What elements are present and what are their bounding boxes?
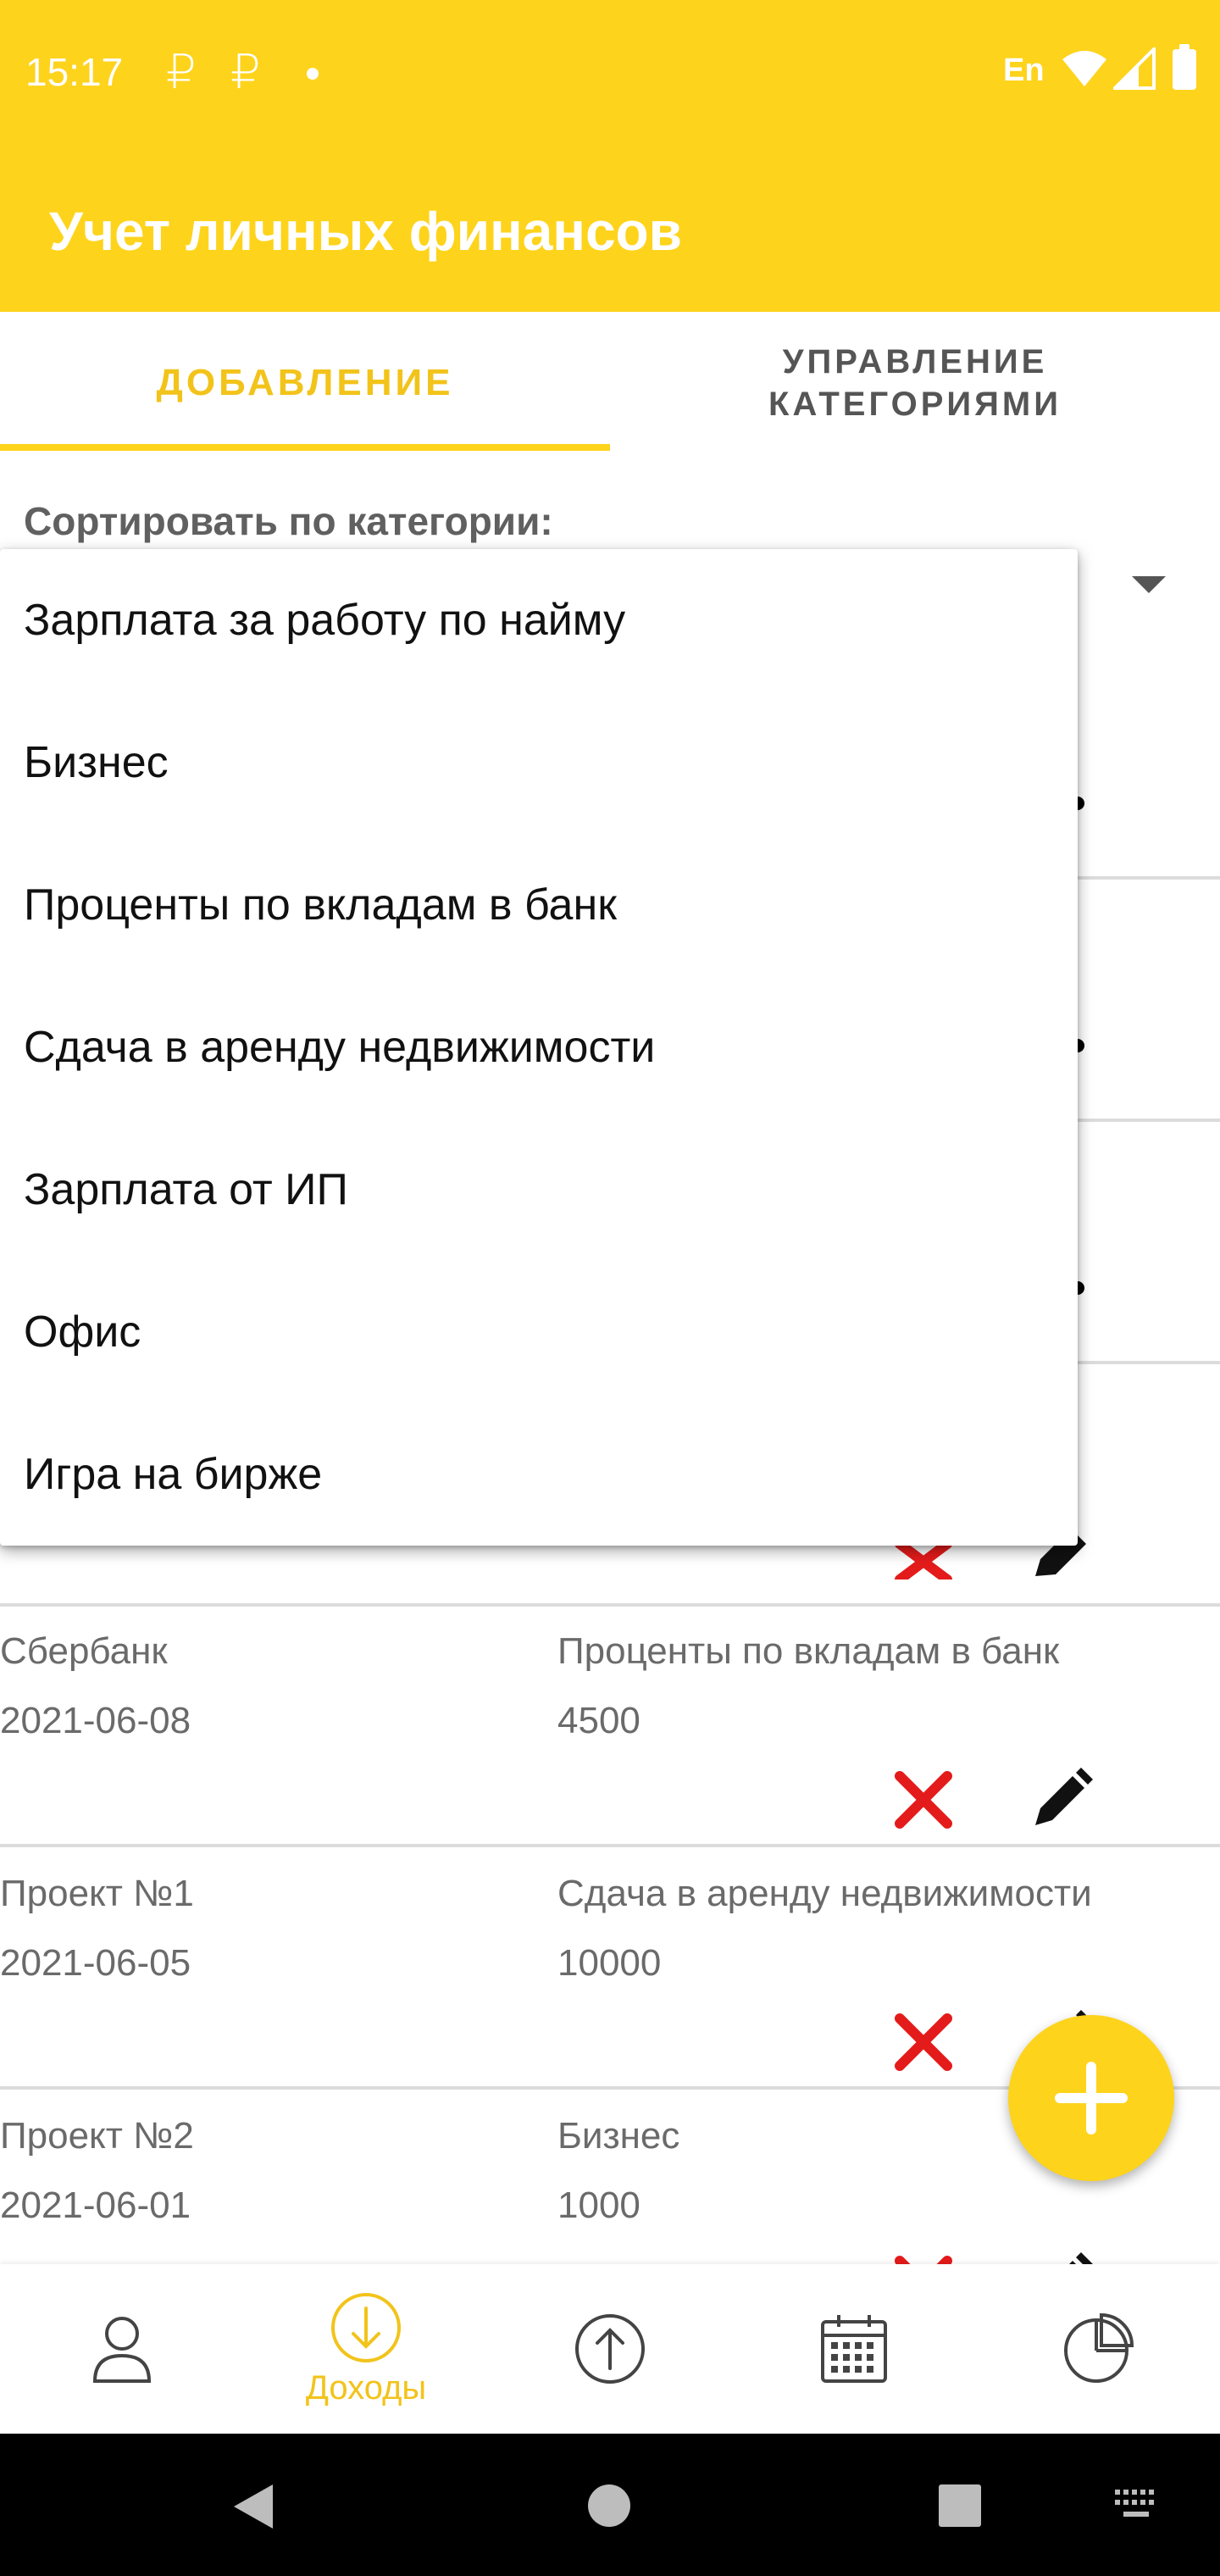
- tab-add-label: ДОБАВЛЕНИЕ: [156, 362, 454, 403]
- entry-date: 2021-06-01: [0, 2185, 191, 2226]
- back-icon[interactable]: [230, 2481, 276, 2532]
- sort-label: Сортировать по категории:: [24, 499, 553, 543]
- person-icon: [92, 2317, 152, 2383]
- tab-bar: ДОБАВЛЕНИЕ УПРАВЛЕНИЕ КАТЕГОРИЯМИ: [0, 312, 1220, 454]
- dropdown-option[interactable]: Бизнес: [0, 691, 1078, 834]
- entry-amount: 1000: [557, 2185, 640, 2226]
- plus-icon: [1055, 2062, 1128, 2135]
- keyboard-language: En: [1003, 53, 1045, 88]
- entry-name: Сбербанк: [0, 1630, 168, 1672]
- ruble-notification-icon: ₽: [166, 45, 197, 98]
- dropdown-option[interactable]: Сдача в аренду недвижимости: [0, 976, 1078, 1119]
- notification-dot-icon: [307, 68, 319, 80]
- ruble-notification-icon: ₽: [230, 45, 261, 98]
- dropdown-option[interactable]: Офис: [0, 1261, 1078, 1403]
- dropdown-option[interactable]: Зарплата за работу по найму: [0, 549, 1078, 691]
- entry-category: Сдача в аренду недвижимости: [557, 1873, 1092, 1914]
- delete-icon[interactable]: [891, 2010, 956, 2074]
- tab-manage-categories[interactable]: УПРАВЛЕНИЕ КАТЕГОРИЯМИ: [610, 312, 1220, 454]
- pencil-icon[interactable]: [1029, 1768, 1093, 1832]
- entry-amount: 10000: [557, 1942, 662, 1984]
- nav-calendar[interactable]: [732, 2264, 976, 2434]
- home-icon[interactable]: [586, 2483, 632, 2529]
- keyboard-icon[interactable]: [1113, 2488, 1161, 2522]
- nav-income[interactable]: Доходы: [244, 2264, 488, 2434]
- tab-indicator: [0, 444, 610, 451]
- category-dropdown-menu: Зарплата за работу по найму Бизнес Проце…: [0, 549, 1078, 1546]
- nav-statistics[interactable]: [976, 2264, 1220, 2434]
- row-divider: [1078, 1119, 1220, 1122]
- signal-icon: [1113, 47, 1156, 90]
- row-divider: [1078, 1361, 1220, 1364]
- nav-expenses[interactable]: [488, 2264, 732, 2434]
- entry-date: 2021-06-08: [0, 1700, 191, 1741]
- dropdown-option[interactable]: Игра на бирже: [0, 1403, 1078, 1546]
- entry-date: 2021-06-05: [0, 1942, 191, 1984]
- nav-income-label: Доходы: [305, 2368, 427, 2407]
- recents-icon[interactable]: [937, 2483, 983, 2529]
- system-navigation-bar: [0, 2434, 1220, 2576]
- tab-manage-categories-label-line1: УПРАВЛЕНИЕ: [782, 343, 1048, 380]
- calendar-icon: [821, 2315, 887, 2383]
- dropdown-option[interactable]: Зарплата от ИП: [0, 1119, 1078, 1261]
- arrow-up-circle-icon: [575, 2314, 645, 2384]
- entry-category: Бизнес: [557, 2115, 680, 2157]
- delete-icon[interactable]: [891, 1768, 956, 1832]
- battery-icon: [1173, 44, 1196, 90]
- tab-manage-categories-label-line2: КАТЕГОРИЯМИ: [768, 386, 1062, 423]
- status-time: 15:17: [25, 50, 124, 94]
- entry-name: Проект №2: [0, 2115, 194, 2157]
- list-item[interactable]: Сбербанк 2021-06-08 Проценты по вкладам …: [0, 1605, 1220, 1847]
- nav-profile[interactable]: [0, 2264, 244, 2434]
- entry-amount: 4500: [557, 1700, 640, 1741]
- app-header: 15:17 ₽ ₽ En Учет личных финансов: [0, 0, 1220, 312]
- bottom-navigation: Доходы: [0, 2264, 1220, 2434]
- entry-name: Проект №1: [0, 1873, 194, 1914]
- wifi-icon: [1062, 51, 1106, 86]
- dropdown-option[interactable]: Проценты по вкладам в банк: [0, 834, 1078, 976]
- pie-chart-icon: [1064, 2313, 1134, 2383]
- arrow-down-circle-icon: [331, 2292, 401, 2362]
- page-title: Учет личных финансов: [49, 201, 682, 262]
- add-entry-button[interactable]: [1008, 2015, 1174, 2181]
- row-divider: [1078, 876, 1220, 880]
- entry-category: Проценты по вкладам в банк: [557, 1630, 1060, 1672]
- dropdown-arrow-icon[interactable]: [1132, 576, 1166, 593]
- tab-add[interactable]: ДОБАВЛЕНИЕ: [0, 312, 610, 454]
- delete-icon[interactable]: [891, 1542, 956, 1579]
